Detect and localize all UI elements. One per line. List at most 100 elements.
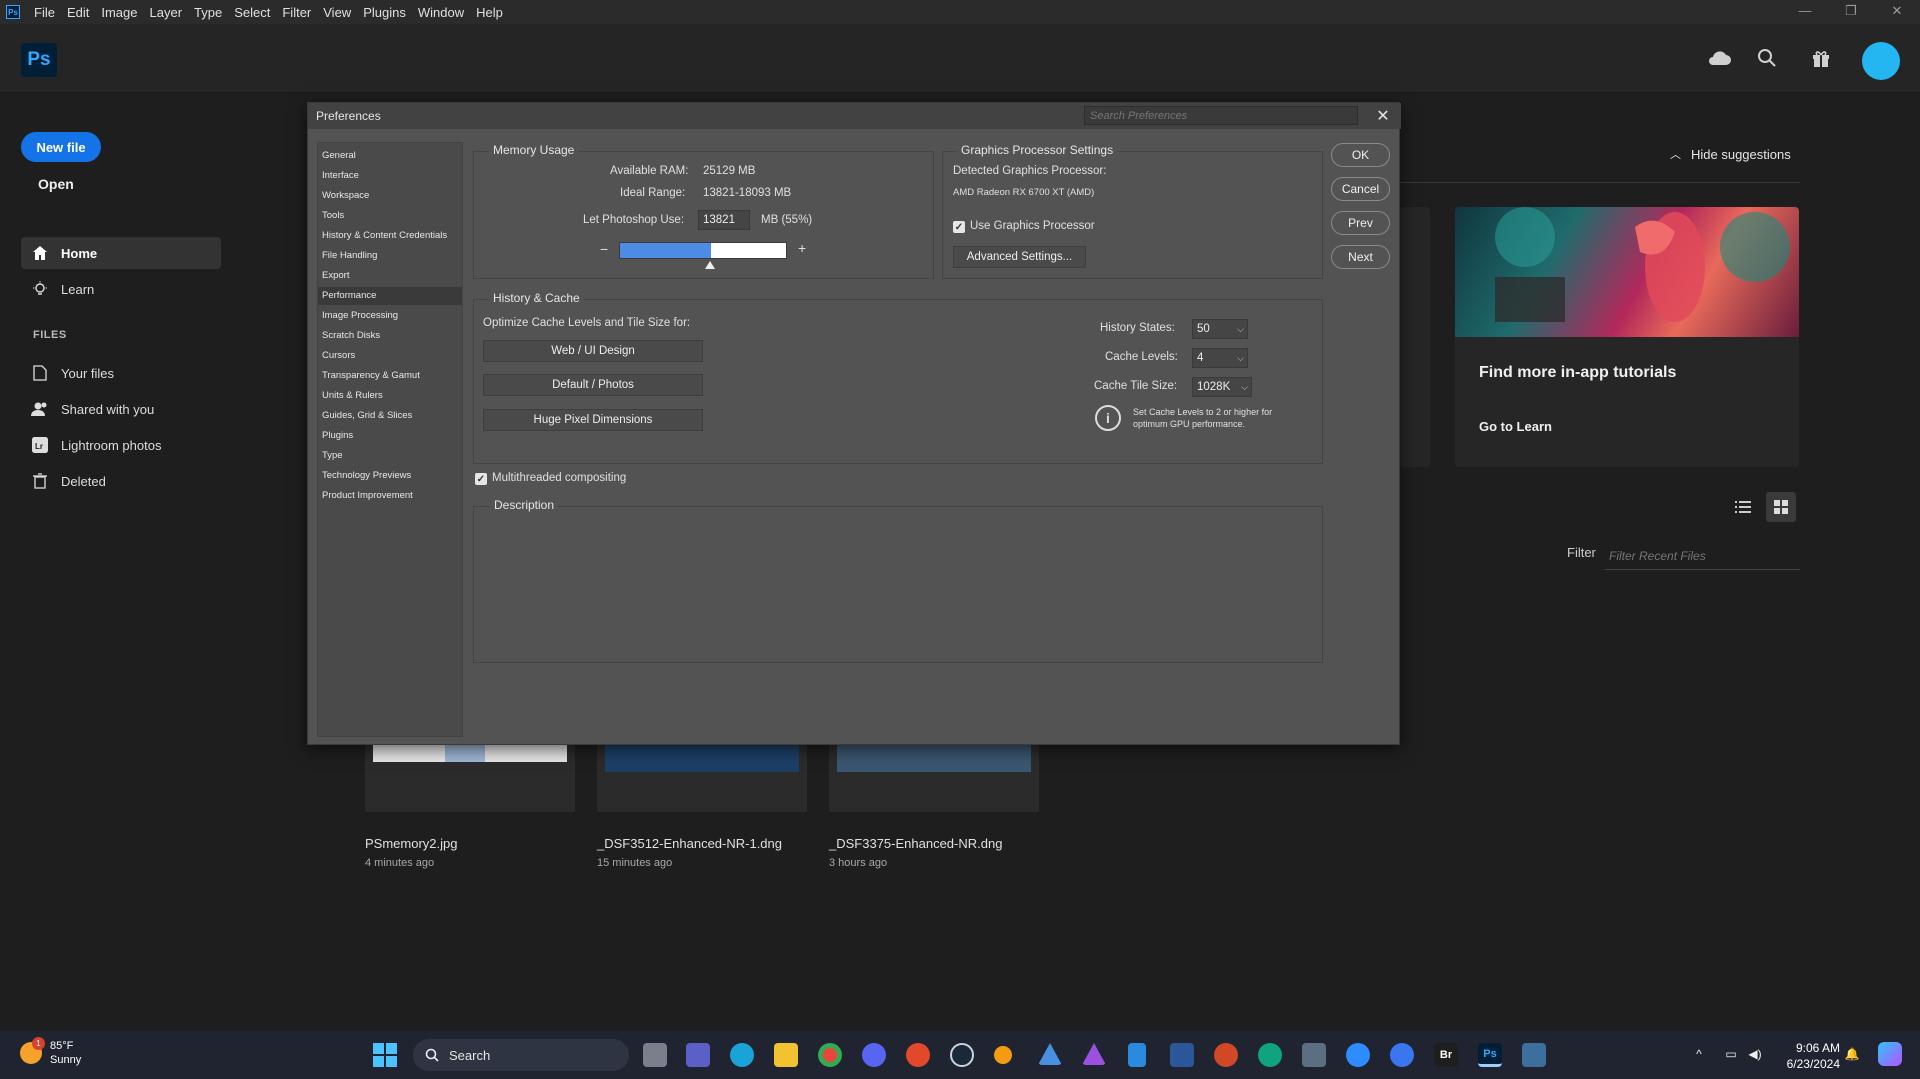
search-icon[interactable] [1749, 40, 1785, 76]
nav-lightroom-photos[interactable]: Lr Lightroom photos [21, 429, 221, 461]
memory-slider[interactable] [619, 242, 787, 259]
list-view-icon[interactable] [1728, 492, 1758, 522]
pref-nav-cursors[interactable]: Cursors [318, 347, 462, 365]
bridge-icon[interactable]: Br [1434, 1043, 1458, 1067]
cache-tile-size-select[interactable]: 1028K ⌵ [1192, 377, 1252, 397]
pref-nav-file-handling[interactable]: File Handling [318, 247, 462, 265]
go-to-learn-link[interactable]: Go to Learn [1479, 419, 1552, 434]
ok-button[interactable]: OK [1331, 143, 1390, 167]
chevron-up-icon[interactable]: ^ [1690, 1045, 1708, 1063]
next-button[interactable]: Next [1331, 245, 1390, 269]
hide-suggestions-button[interactable]: ︿ Hide suggestions [1670, 146, 1791, 162]
pref-nav-general[interactable]: General [318, 147, 462, 165]
volume-icon[interactable]: ◀) [1746, 1045, 1764, 1063]
recent-file-name[interactable]: _DSF3512-Enhanced-NR-1.dng [597, 836, 782, 851]
recent-file-thumbnail[interactable] [829, 740, 1039, 812]
pref-nav-performance[interactable]: Performance [318, 287, 462, 305]
chatgpt-icon[interactable] [1258, 1043, 1282, 1067]
pref-nav-tools[interactable]: Tools [318, 207, 462, 225]
restore-icon[interactable]: ❐ [1828, 0, 1874, 24]
chrome-icon[interactable] [818, 1043, 842, 1067]
gift-icon[interactable] [1803, 40, 1839, 76]
cancel-button[interactable]: Cancel [1331, 177, 1390, 201]
use-gpu-checkbox[interactable]: ✓ [953, 221, 965, 233]
close-icon[interactable]: ✕ [1874, 0, 1920, 24]
advanced-settings-button[interactable]: Advanced Settings... [953, 246, 1086, 268]
copilot-icon[interactable] [1878, 1042, 1902, 1066]
tutorial-card[interactable]: Find more in-app tutorials Go to Learn [1455, 207, 1799, 467]
pref-nav-product-improvement[interactable]: Product Improvement [318, 487, 462, 505]
word-icon[interactable] [1170, 1043, 1194, 1067]
start-icon[interactable] [373, 1043, 397, 1067]
network-icon[interactable]: ▭ [1722, 1045, 1740, 1063]
prev-button[interactable]: Prev [1331, 211, 1390, 235]
menu-help[interactable]: Help [470, 5, 509, 20]
huge-pixel-dimensions-button[interactable]: Huge Pixel Dimensions [483, 409, 703, 431]
menu-window[interactable]: Window [412, 5, 470, 20]
pref-nav-guides[interactable]: Guides, Grid & Slices [318, 407, 462, 425]
new-file-button[interactable]: New file [21, 132, 101, 162]
pref-nav-units-rulers[interactable]: Units & Rulers [318, 387, 462, 405]
increase-memory-icon[interactable]: + [798, 240, 806, 256]
zoom-icon[interactable] [1346, 1043, 1370, 1067]
menu-type[interactable]: Type [188, 5, 228, 20]
pref-nav-transparency[interactable]: Transparency & Gamut [318, 367, 462, 385]
taskbar-search[interactable]: Search [413, 1039, 629, 1071]
pref-nav-interface[interactable]: Interface [318, 167, 462, 185]
web-ui-design-button[interactable]: Web / UI Design [483, 340, 703, 362]
menu-layer[interactable]: Layer [144, 5, 189, 20]
menu-edit[interactable]: Edit [61, 5, 95, 20]
notepad-icon[interactable] [1128, 1043, 1146, 1067]
cache-levels-select[interactable]: 4 ⌵ [1192, 348, 1248, 368]
system-clock[interactable]: 9:06 AM 6/23/2024 [1768, 1040, 1840, 1072]
menu-image[interactable]: Image [95, 5, 143, 20]
dialog-close-icon[interactable]: ✕ [1372, 105, 1394, 127]
bell-icon[interactable]: 🔔 [1843, 1045, 1861, 1063]
steam-icon[interactable] [950, 1043, 974, 1067]
discord-icon[interactable] [862, 1043, 886, 1067]
ea-icon[interactable] [906, 1043, 930, 1067]
nav-your-files[interactable]: Your files [21, 357, 221, 389]
explorer-icon[interactable] [774, 1043, 798, 1067]
pref-nav-plugins[interactable]: Plugins [318, 427, 462, 445]
perplexity-icon[interactable] [994, 1046, 1012, 1064]
decrease-memory-icon[interactable]: − [600, 241, 608, 257]
recent-file-thumbnail[interactable] [597, 740, 807, 812]
menu-select[interactable]: Select [228, 5, 276, 20]
search-preferences-input[interactable] [1084, 106, 1358, 125]
avatar[interactable] [1862, 42, 1900, 80]
nav-home[interactable]: Home [21, 237, 221, 269]
affinity-icon[interactable] [1038, 1043, 1062, 1065]
history-states-select[interactable]: 50 ⌵ [1192, 319, 1248, 339]
filter-recent-files-input[interactable] [1605, 542, 1800, 570]
minimize-icon[interactable]: — [1782, 0, 1828, 24]
photos-icon[interactable] [1522, 1043, 1546, 1067]
pref-nav-workspace[interactable]: Workspace [318, 187, 462, 205]
pref-nav-image-processing[interactable]: Image Processing [318, 307, 462, 325]
menu-view[interactable]: View [317, 5, 357, 20]
nav-learn[interactable]: Learn [21, 273, 221, 305]
recent-file-name[interactable]: PSmemory2.jpg [365, 836, 457, 851]
pref-nav-export[interactable]: Export [318, 267, 462, 285]
cloud-icon[interactable] [1701, 40, 1737, 76]
memory-slider-handle[interactable] [705, 261, 716, 269]
teams-icon[interactable] [686, 1043, 710, 1067]
signal-icon[interactable] [1390, 1043, 1414, 1067]
app-icon[interactable] [1302, 1043, 1326, 1067]
pref-nav-history-content[interactable]: History & Content Credentials [318, 227, 462, 245]
powerpoint-icon[interactable] [1214, 1043, 1238, 1067]
multithreaded-checkbox[interactable]: ✓ [475, 473, 487, 485]
pref-nav-type[interactable]: Type [318, 447, 462, 465]
grid-view-icon[interactable] [1766, 492, 1796, 522]
recent-file-name[interactable]: _DSF3375-Enhanced-NR.dng [829, 836, 1002, 851]
menu-filter[interactable]: Filter [276, 5, 317, 20]
photoshop-icon[interactable]: Ps [1478, 1043, 1502, 1067]
task-view-icon[interactable] [643, 1043, 667, 1067]
nav-deleted[interactable]: Deleted [21, 465, 221, 497]
nav-shared-with-you[interactable]: Shared with you [21, 393, 221, 425]
edge-icon[interactable] [730, 1043, 754, 1067]
pref-nav-scratch-disks[interactable]: Scratch Disks [318, 327, 462, 345]
open-button[interactable]: Open [38, 176, 74, 192]
pref-nav-technology-previews[interactable]: Technology Previews [318, 467, 462, 485]
suggestion-card[interactable] [1400, 207, 1430, 467]
